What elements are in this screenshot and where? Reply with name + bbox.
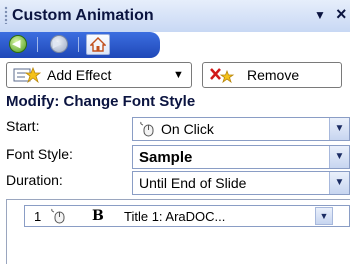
chevron-down-icon[interactable]: ▼ <box>315 207 333 225</box>
toolbar-separator <box>78 37 79 52</box>
drag-grip-icon[interactable] <box>4 6 8 24</box>
chevron-down-icon: ▼ <box>173 69 184 81</box>
home-icon[interactable] <box>86 34 110 55</box>
add-effect-icon <box>13 66 41 84</box>
pane-menu-arrow-icon[interactable]: ▼ <box>314 8 326 22</box>
pane-title: Custom Animation <box>12 7 154 24</box>
back-icon[interactable]: ◀ <box>9 35 27 53</box>
remove-label: Remove <box>247 67 300 83</box>
font-style-dropdown[interactable]: Sample ▼ <box>132 145 350 169</box>
mouse-click-icon <box>140 121 154 137</box>
forward-icon[interactable]: ▶ <box>50 35 68 53</box>
close-icon[interactable]: × <box>336 4 347 25</box>
mouse-click-icon <box>51 208 65 224</box>
custom-animation-pane: Custom Animation ▼ × ◀ ▶ Add Effect ▼ Re… <box>0 0 350 264</box>
modify-heading: Modify: Change Font Style <box>6 93 196 110</box>
pane-title-bar[interactable]: Custom Animation ▼ × <box>0 0 350 32</box>
toolbar-separator <box>37 37 38 52</box>
emphasis-effect-icon: B <box>92 208 104 224</box>
remove-effect-icon <box>210 68 235 83</box>
duration-dropdown[interactable]: Until End of Slide ▼ <box>132 171 350 195</box>
font-style-value: Sample <box>139 149 193 166</box>
start-value: On Click <box>139 121 214 137</box>
remove-button[interactable]: Remove <box>202 62 342 88</box>
animation-list-item[interactable]: 1 B Title 1: AraDOC... ▼ <box>24 205 350 227</box>
duration-value: Until End of Slide <box>139 175 247 191</box>
start-dropdown[interactable]: On Click ▼ <box>132 117 350 141</box>
chevron-down-icon[interactable]: ▼ <box>329 118 349 140</box>
animation-order-number: 1 <box>34 209 42 224</box>
animation-item-label: Title 1: AraDOC... <box>124 209 226 224</box>
start-label: Start: <box>6 118 40 134</box>
chevron-down-icon[interactable]: ▼ <box>329 146 349 168</box>
duration-label: Duration: <box>6 172 63 188</box>
font-style-label: Font Style: <box>6 146 73 162</box>
chevron-down-icon[interactable]: ▼ <box>329 172 349 194</box>
add-effect-label: Add Effect <box>47 67 112 83</box>
add-effect-button[interactable]: Add Effect ▼ <box>6 62 192 88</box>
pane-navigation-toolbar: ◀ ▶ <box>0 32 160 58</box>
